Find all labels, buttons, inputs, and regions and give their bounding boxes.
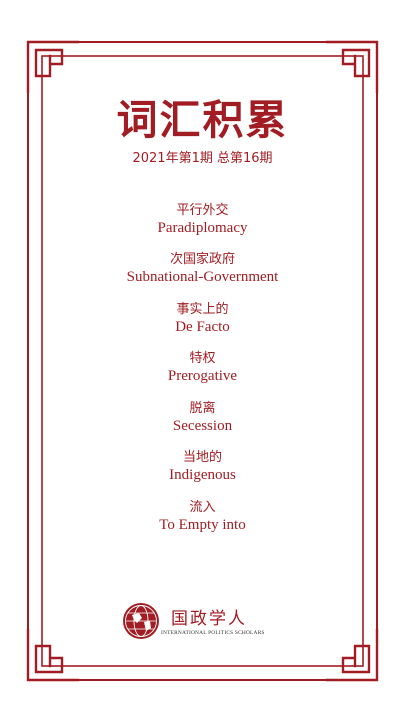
logo-name-chinese: 国政学人 [171,609,247,629]
term-chinese: 事实上的 [176,302,229,317]
term-english: Subnational-Government [126,269,279,285]
globe-emblem-icon [123,603,159,639]
vocabulary-item: 流入 To Empty into [0,500,405,534]
vocabulary-item: 平行外交 Paradiplomacy [0,203,405,237]
issue-number: 2021年第1期 总第16期 [132,151,273,166]
term-chinese: 平行外交 [176,203,229,218]
term-chinese: 流入 [189,500,216,515]
term-chinese: 次国家政府 [169,252,235,267]
term-english: To Empty into [159,517,246,533]
term-chinese: 当地的 [182,450,222,465]
brand-logo: 国政学人 INTERNATIONAL POLITICS SCHOLARS [121,601,291,643]
vocabulary-item: 当地的 Indigenous [0,450,405,484]
vocabulary-item: 事实上的 De Facto [0,302,405,336]
logo-name-english: INTERNATIONAL POLITICS SCHOLARS [161,630,265,636]
vocabulary-item: 次国家政府 Subnational-Government [0,252,405,286]
page-title: 词汇积累 [116,96,289,144]
term-english: Secession [172,418,233,434]
term-english: Paradiplomacy [157,220,248,236]
term-chinese: 特权 [189,351,216,366]
term-english: De Facto [175,319,230,335]
vocabulary-item: 特权 Prerogative [0,351,405,385]
vocabulary-item: 脱离 Secession [0,401,405,435]
term-chinese: 脱离 [189,401,216,416]
term-english: Indigenous [169,467,236,483]
term-english: Prerogative [167,368,238,384]
